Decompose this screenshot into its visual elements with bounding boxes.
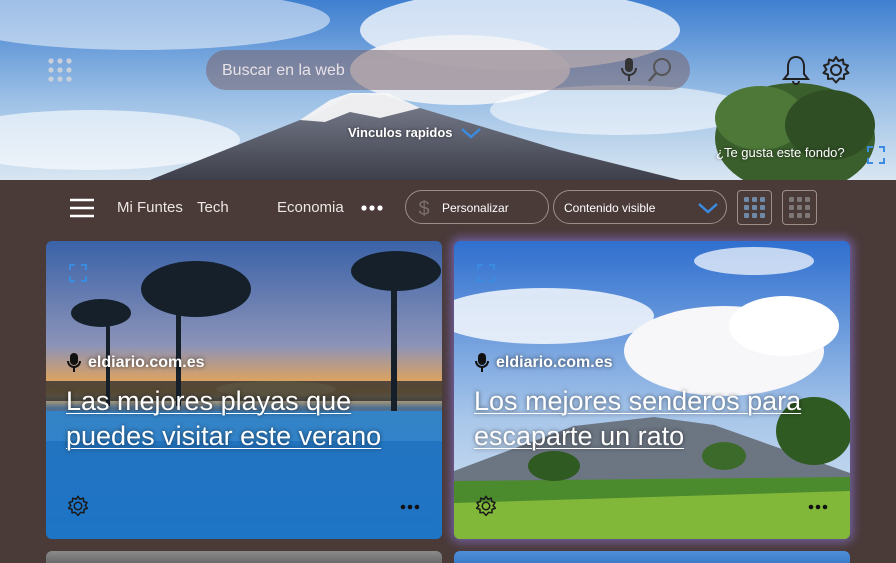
nav-link-mi-funtes[interactable]: Mi Funtes [117, 199, 183, 216]
microphone-icon[interactable] [619, 57, 639, 83]
microphone-icon [475, 353, 489, 372]
microphone-icon [67, 353, 81, 372]
layout-grid-button[interactable] [737, 190, 772, 225]
gear-icon[interactable] [820, 54, 852, 86]
gear-icon[interactable] [474, 494, 498, 518]
search-bar[interactable] [206, 50, 690, 92]
chevron-down-icon [460, 127, 481, 139]
card-headline[interactable]: Los mejores senderos para escaparte un r… [474, 384, 834, 454]
content-visible-label: Contenido visible [564, 201, 656, 215]
card-source: eldiario.com.es [474, 352, 613, 374]
more-options-icon[interactable] [361, 202, 383, 214]
svg-text:$: $ [418, 198, 429, 219]
news-card-partial[interactable] [46, 551, 442, 563]
more-options-icon[interactable] [400, 503, 420, 511]
expand-icon[interactable] [476, 263, 496, 283]
layout-grid-dense-button[interactable] [782, 190, 817, 225]
bell-icon[interactable] [781, 54, 811, 86]
quick-links-toggle[interactable]: Vinculos rapidos [348, 125, 483, 140]
news-card[interactable]: eldiario.com.es Las mejores playas que p… [46, 241, 442, 539]
chevron-down-icon [698, 203, 718, 214]
personalize-label: Personalizar [442, 201, 509, 215]
card-source-label: eldiario.com.es [88, 354, 205, 371]
hamburger-menu-icon[interactable] [70, 198, 94, 218]
content-visible-dropdown[interactable]: Contenido visible [553, 190, 727, 224]
nav-link-economia[interactable]: Economia [277, 199, 344, 216]
news-card[interactable]: eldiario.com.es Los mejores senderos par… [454, 241, 850, 539]
search-input[interactable] [220, 50, 604, 92]
grid-icon [789, 197, 810, 218]
apps-grid-icon[interactable] [47, 57, 73, 83]
expand-icon[interactable] [866, 145, 886, 165]
personalize-button[interactable]: $ Personalizar [405, 190, 549, 224]
dollar-icon: $ [418, 198, 429, 219]
background-feedback-link[interactable]: ¿Te gusta este fondo? [716, 145, 845, 160]
card-source: eldiario.com.es [66, 352, 205, 374]
news-card-partial[interactable] [454, 551, 850, 563]
card-headline[interactable]: Las mejores playas que puedes visitar es… [66, 384, 426, 454]
nav-link-tech[interactable]: Tech [197, 199, 229, 216]
card-source-label: eldiario.com.es [496, 354, 613, 371]
grid-icon [744, 197, 765, 218]
search-icon[interactable] [646, 56, 674, 84]
expand-icon[interactable] [68, 263, 88, 283]
gear-icon[interactable] [66, 494, 90, 518]
more-options-icon[interactable] [808, 503, 828, 511]
quick-links-label: Vinculos rapidos [348, 125, 453, 140]
